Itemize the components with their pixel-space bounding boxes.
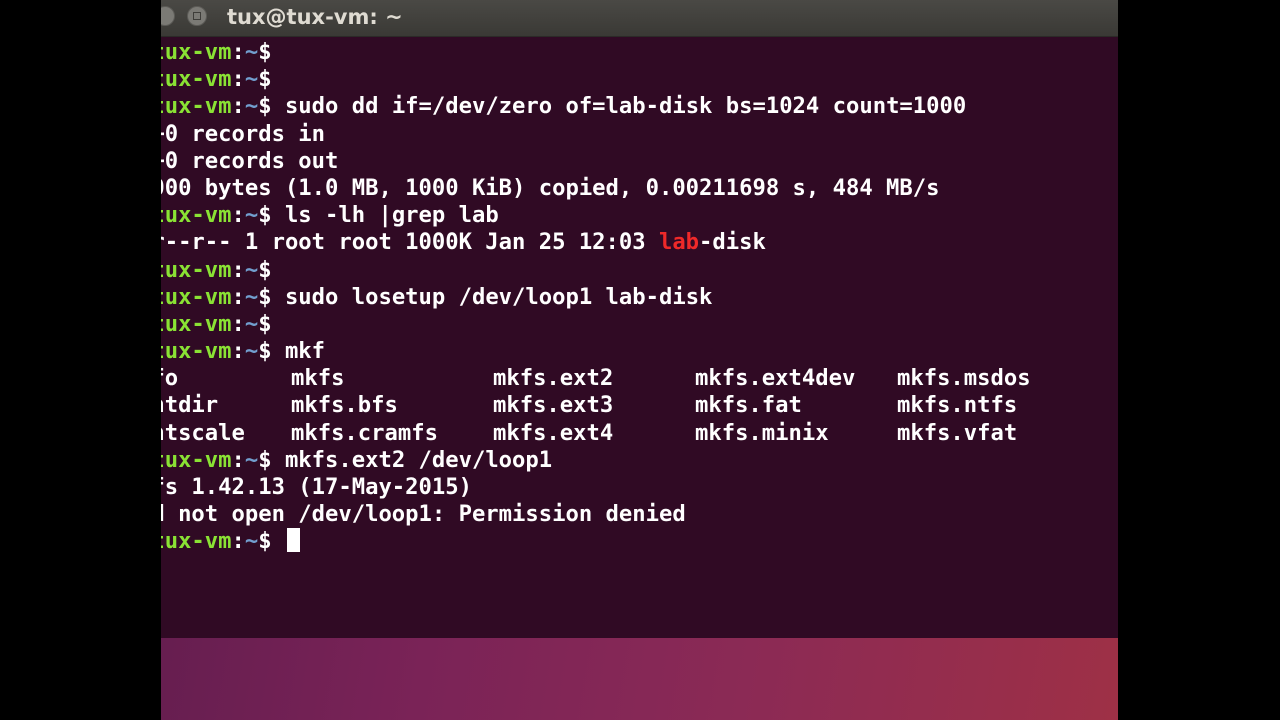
prompt-colon: : (231, 528, 245, 555)
prompt-dollar: $ (258, 202, 272, 229)
output-text: 0+0 records in (161, 120, 326, 147)
output-text: 2fs 1.42.13 (17-May-2015) (161, 474, 472, 500)
completion-item: mkfs.cramfs (291, 419, 438, 446)
prompt-colon: : (231, 446, 245, 473)
prompt-path: ~ (244, 93, 259, 120)
prompt-path: ~ (244, 66, 259, 93)
prompt-colon: : (231, 93, 245, 120)
prompt-user: @tux-vm (161, 310, 232, 337)
terminal-area[interactable]: @tux-vm:~$ @tux-vm:~$ @tux-vm:~$ sudo dd… (161, 37, 1118, 638)
command-text: mkf (284, 338, 326, 365)
terminal-titlebar[interactable]: tux@tux-vm: ~ (161, 0, 1118, 37)
terminal-line: @tux-vm:~$ ls -lh |grep lab (161, 202, 1031, 229)
prompt-path: ~ (244, 39, 259, 65)
prompt-dollar: $ (258, 446, 272, 473)
completion-item: mkfs.ntfs (897, 392, 1018, 419)
command-text: sudo losetup /dev/loop1 lab-disk (284, 283, 713, 310)
prompt-dollar: $ (258, 93, 272, 120)
completion-item: mkfs.ext2 (493, 365, 614, 392)
completion-item: mkfs.ext4dev (695, 365, 856, 392)
prompt-user: @tux-vm (161, 528, 232, 555)
terminal-line: 0+0 records in (161, 121, 1031, 148)
terminal-line: @tux-vm:~$ (161, 311, 1031, 338)
completion-item: mkfs.fat (695, 392, 802, 419)
prompt-path: ~ (244, 283, 259, 310)
terminal-line: @tux-vm:~$ (161, 66, 1031, 93)
prompt-dollar: $ (258, 338, 272, 365)
output-text: 0+0 records out (161, 147, 339, 174)
command-text: ls -lh |grep lab (284, 202, 499, 229)
terminal-line: @tux-vm:~$ sudo losetup /dev/loop1 lab-d… (161, 284, 1031, 311)
maximize-window-icon[interactable] (187, 6, 207, 26)
prompt-user: @tux-vm (161, 338, 232, 365)
prompt-path: ~ (244, 310, 259, 337)
completion-item: ontdir (161, 392, 219, 419)
prompt-dollar: $ (258, 39, 272, 65)
prompt-user: @tux-vm (161, 256, 232, 283)
prompt-colon: : (231, 39, 245, 65)
prompt-dollar: $ (258, 256, 272, 283)
completion-item: mkfs (291, 365, 345, 392)
prompt-user: @tux-vm (161, 202, 232, 229)
terminal-line: @tux-vm:~$ (161, 257, 1031, 284)
completion-item: mkfs.minix (695, 419, 829, 446)
command-text: mkfs.ext2 /dev/loop1 (284, 446, 553, 473)
output-text: 4000 bytes (1.0 MB, 1000 KiB) copied, 0.… (161, 174, 940, 201)
terminal-output: @tux-vm:~$ @tux-vm:~$ @tux-vm:~$ sudo dd… (161, 39, 1031, 556)
terminal-line: ifo mkfs mkfs.ext2 mkfs.ext4dev mkfs.msdos (161, 365, 1031, 392)
text-cursor (286, 528, 300, 553)
prompt-user: @tux-vm (161, 446, 232, 473)
prompt-dollar: $ (258, 528, 272, 555)
prompt-colon: : (231, 202, 245, 229)
prompt-path: ~ (244, 446, 259, 473)
prompt-dollar: $ (258, 310, 272, 337)
prompt-colon: : (231, 256, 245, 283)
prompt-path: ~ (244, 256, 259, 283)
output-text: -r--r-- 1 root root 1000K Jan 25 12:03 (161, 229, 659, 256)
terminal-line: @tux-vm:~$ (161, 39, 1031, 66)
prompt-dollar: $ (258, 66, 272, 93)
terminal-line: 2fs 1.42.13 (17-May-2015) (161, 474, 1031, 501)
terminal-line: 0+0 records out (161, 148, 1031, 175)
prompt-colon: : (231, 283, 245, 310)
terminal-line: ld not open /dev/loop1: Permission denie… (161, 501, 1031, 528)
command-text: sudo dd if=/dev/zero of=lab-disk bs=1024… (284, 93, 967, 120)
completion-item: mkfs.bfs (291, 392, 398, 419)
grep-match: lab (658, 229, 700, 256)
desktop: tux@tux-vm: ~ @tux-vm:~$ @tux-vm:~$ @tux… (161, 0, 1118, 720)
prompt-colon: : (231, 338, 245, 365)
terminal-line: @tux-vm:~$ sudo dd if=/dev/zero of=lab-d… (161, 93, 1031, 120)
window-title: tux@tux-vm: ~ (227, 5, 403, 29)
completion-item: ontscale (161, 419, 245, 446)
completion-item: ifo (161, 365, 179, 392)
prompt-colon: : (231, 66, 245, 93)
completion-item: mkfs.ext3 (493, 392, 614, 419)
prompt-user: @tux-vm (161, 39, 232, 65)
terminal-line: @tux-vm:~$ mkfs.ext2 /dev/loop1 (161, 447, 1031, 474)
prompt-colon: : (231, 310, 245, 337)
output-text: ld not open /dev/loop1: Permission denie… (161, 501, 686, 528)
prompt-path: ~ (244, 338, 259, 365)
completion-item: mkfs.vfat (897, 419, 1018, 446)
output-text: -disk (699, 229, 766, 256)
prompt-path: ~ (244, 528, 259, 555)
prompt-user: @tux-vm (161, 93, 232, 120)
terminal-line: @tux-vm:~$ mkf (161, 338, 1031, 365)
prompt-path: ~ (244, 202, 259, 229)
terminal-line: @tux-vm:~$ (161, 528, 1031, 555)
terminal-line: 4000 bytes (1.0 MB, 1000 KiB) copied, 0.… (161, 175, 1031, 202)
terminal-line: ontscale mkfs.cramfs mkfs.ext4 mkfs.minix mk… (161, 420, 1031, 447)
completion-item: mkfs.msdos (897, 365, 1031, 392)
prompt-user: @tux-vm (161, 283, 232, 310)
prompt-user: @tux-vm (161, 66, 232, 93)
close-window-icon[interactable] (161, 6, 175, 26)
terminal-line: ontdir mkfs.bfs mkfs.ext3 mkfs.fat mkfs.ntfs (161, 392, 1031, 419)
completion-item: mkfs.ext4 (493, 419, 614, 446)
prompt-dollar: $ (258, 283, 272, 310)
terminal-line: -r--r-- 1 root root 1000K Jan 25 12:03 l… (161, 229, 1031, 256)
